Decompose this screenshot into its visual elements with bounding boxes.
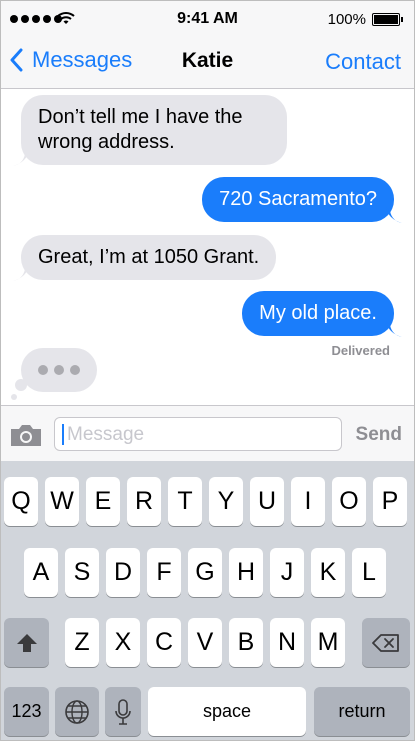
key-d[interactable]: D bbox=[106, 548, 140, 597]
shift-key[interactable] bbox=[4, 618, 49, 667]
typing-indicator bbox=[21, 348, 97, 392]
key-n[interactable]: N bbox=[270, 618, 304, 667]
key-f[interactable]: F bbox=[147, 548, 181, 597]
battery-icon bbox=[372, 13, 403, 26]
key-z[interactable]: Z bbox=[65, 618, 99, 667]
key-r[interactable]: R bbox=[127, 477, 161, 526]
text-cursor bbox=[62, 424, 64, 445]
dictation-key[interactable] bbox=[105, 687, 141, 736]
message-bubble-incoming[interactable]: Great, I’m at 1050 Grant. bbox=[21, 235, 277, 280]
key-i[interactable]: I bbox=[291, 477, 325, 526]
key-p[interactable]: P bbox=[373, 477, 407, 526]
keyboard: Q W E R T Y U I O P A S D F G H J K L Z … bbox=[1, 461, 414, 740]
key-y[interactable]: Y bbox=[209, 477, 243, 526]
key-x[interactable]: X bbox=[106, 618, 140, 667]
key-h[interactable]: H bbox=[229, 548, 263, 597]
navigation-bar: Messages Katie Contact bbox=[1, 37, 414, 89]
key-e[interactable]: E bbox=[86, 477, 120, 526]
key-v[interactable]: V bbox=[188, 618, 222, 667]
battery-percent: 100% bbox=[327, 11, 366, 28]
message-bubble-outgoing[interactable]: My old place. bbox=[242, 291, 394, 336]
key-m[interactable]: M bbox=[311, 618, 345, 667]
key-a[interactable]: A bbox=[24, 548, 58, 597]
microphone-icon bbox=[115, 698, 131, 725]
key-u[interactable]: U bbox=[250, 477, 284, 526]
key-q[interactable]: Q bbox=[4, 477, 38, 526]
delivered-status: Delivered bbox=[331, 343, 390, 358]
shift-arrow-icon bbox=[16, 633, 37, 652]
key-t[interactable]: T bbox=[168, 477, 202, 526]
key-b[interactable]: B bbox=[229, 618, 263, 667]
send-button[interactable]: Send bbox=[356, 424, 402, 446]
return-key[interactable]: return bbox=[314, 687, 410, 736]
message-composer: Message Send bbox=[1, 405, 414, 461]
typing-indicator-tail bbox=[15, 379, 27, 391]
status-bar: 9:41 AM 100% bbox=[1, 1, 414, 37]
globe-icon bbox=[65, 699, 89, 724]
message-bubble-incoming[interactable]: Don’t tell me I have the wrong address. bbox=[21, 95, 287, 165]
message-input-placeholder: Message bbox=[67, 424, 145, 445]
typing-indicator-tail bbox=[11, 394, 17, 400]
bubble-tail bbox=[386, 207, 402, 223]
numbers-key[interactable]: 123 bbox=[4, 687, 49, 736]
key-j[interactable]: J bbox=[270, 548, 304, 597]
key-w[interactable]: W bbox=[45, 477, 79, 526]
message-bubble-outgoing[interactable]: 720 Sacramento? bbox=[202, 177, 394, 222]
key-k[interactable]: K bbox=[311, 548, 345, 597]
space-key[interactable]: space bbox=[148, 687, 306, 736]
bubble-tail bbox=[13, 265, 29, 281]
contact-button[interactable]: Contact bbox=[325, 49, 401, 75]
delete-key[interactable] bbox=[362, 618, 410, 667]
globe-key[interactable] bbox=[55, 687, 99, 736]
key-c[interactable]: C bbox=[147, 618, 181, 667]
key-s[interactable]: S bbox=[65, 548, 99, 597]
bubble-tail bbox=[386, 321, 402, 337]
key-l[interactable]: L bbox=[352, 548, 386, 597]
key-o[interactable]: O bbox=[332, 477, 366, 526]
camera-icon[interactable] bbox=[9, 422, 43, 448]
delete-backspace-icon bbox=[372, 633, 399, 652]
bubble-tail bbox=[13, 150, 29, 166]
message-input[interactable]: Message bbox=[54, 417, 342, 451]
message-thread[interactable]: Don’t tell me I have the wrong address. … bbox=[1, 89, 414, 405]
messages-screen: 9:41 AM 100% Messages Katie Contact Don’… bbox=[0, 0, 415, 741]
key-g[interactable]: G bbox=[188, 548, 222, 597]
